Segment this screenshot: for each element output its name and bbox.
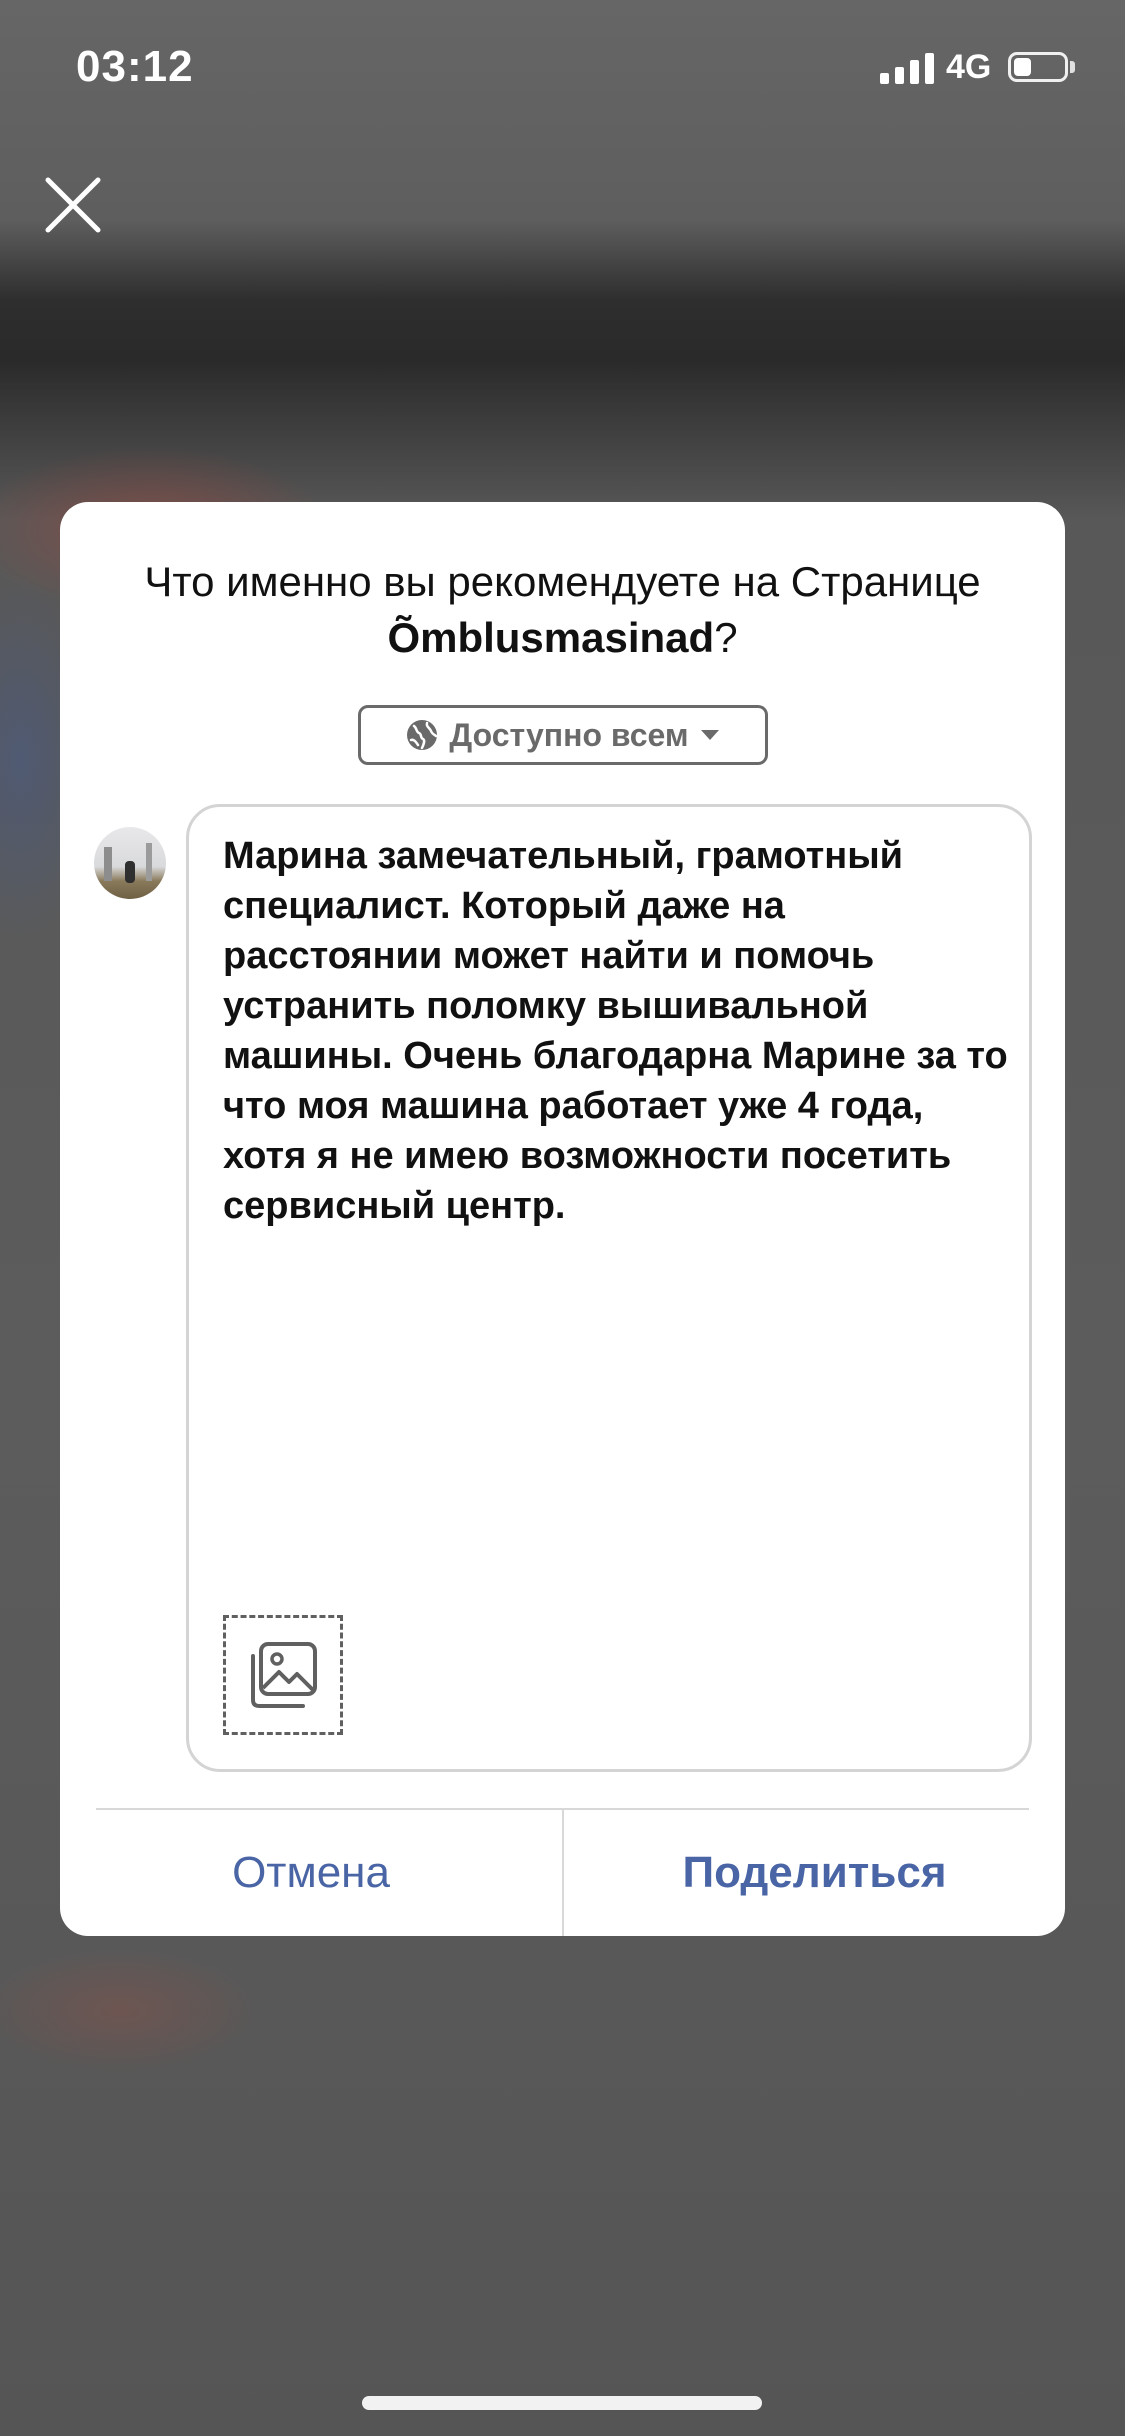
status-time: 03:12 (76, 42, 194, 91)
review-text-field[interactable]: Марина замечательный, грамотный специали… (186, 804, 1032, 1772)
user-avatar (94, 827, 166, 899)
battery-level (1014, 58, 1031, 76)
network-type: 4G (946, 48, 992, 86)
status-bar: 03:12 4G (0, 0, 1125, 140)
caret-down-icon (700, 730, 719, 740)
share-button[interactable]: Поделиться (564, 1810, 1065, 1936)
globe-icon (407, 720, 438, 750)
title-suffix: ? (714, 614, 738, 661)
audience-label: Доступно всем (449, 716, 689, 753)
photo-gallery-icon (251, 1642, 317, 1708)
audience-selector[interactable]: Доступно всем (358, 705, 768, 765)
review-text[interactable]: Марина замечательный, грамотный специали… (223, 831, 1013, 1231)
recommendation-dialog: Что именно вы рекомендуете на Странице Õ… (60, 502, 1065, 1936)
cancel-button[interactable]: Отмена (60, 1810, 562, 1936)
add-photo-button[interactable] (223, 1615, 343, 1735)
home-indicator[interactable] (362, 2396, 762, 2410)
title-page-name: Õmblusmasinad (387, 614, 715, 661)
title-prefix: Что именно вы рекомендуете на Странице (144, 558, 981, 605)
dialog-title: Что именно вы рекомендуете на Странице Õ… (100, 554, 1025, 666)
signal-strength-icon (880, 52, 936, 84)
battery-icon (1008, 52, 1068, 82)
close-icon (45, 177, 101, 233)
close-button[interactable] (38, 170, 108, 240)
battery-cap (1070, 61, 1075, 73)
